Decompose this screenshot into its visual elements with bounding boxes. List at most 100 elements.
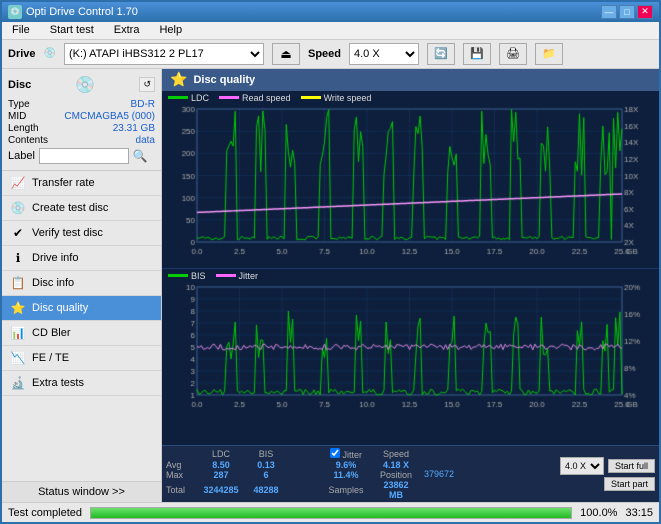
nav-extra-tests-label: Extra tests bbox=[32, 377, 84, 389]
create-test-disc-icon: 💿 bbox=[10, 200, 26, 216]
nav-cd-bler[interactable]: 📊 CD Bler bbox=[2, 321, 161, 346]
title-bar-controls: — □ ✕ bbox=[601, 5, 653, 19]
jitter-checkbox[interactable] bbox=[330, 448, 340, 458]
app-icon: 💿 bbox=[8, 5, 22, 19]
drive-bar: Drive 💿 (K:) ATAPI iHBS312 2 PL17 ⏏ Spee… bbox=[2, 40, 659, 69]
nav-verify-test-disc[interactable]: ✔ Verify test disc bbox=[2, 221, 161, 246]
write-speed-label: Write speed bbox=[324, 93, 372, 103]
cd-bler-icon: 📊 bbox=[10, 325, 26, 341]
maximize-button[interactable]: □ bbox=[619, 5, 635, 19]
jitter-label: Jitter bbox=[239, 271, 259, 281]
speed-control-select[interactable]: 4.0 X bbox=[560, 457, 604, 475]
max-ldc: 287 bbox=[196, 470, 246, 480]
ldc-label: LDC bbox=[191, 93, 209, 103]
disc-section: Disc 💿 ↺ Type BD-R MID CMCMAGBA5 (000) L… bbox=[2, 69, 161, 171]
max-jitter: 11.4% bbox=[316, 470, 376, 480]
menu-extra[interactable]: Extra bbox=[108, 22, 146, 38]
verify-test-disc-icon: ✔ bbox=[10, 225, 26, 241]
total-bis: 48288 bbox=[246, 480, 286, 500]
ldc-col-header: LDC bbox=[196, 448, 246, 460]
disc-mid-label: MID bbox=[8, 111, 26, 122]
title-bar-left: 💿 Opti Drive Control 1.70 bbox=[8, 5, 138, 19]
minimize-button[interactable]: — bbox=[601, 5, 617, 19]
nav-disc-quality[interactable]: ⭐ Disc quality bbox=[2, 296, 161, 321]
disc-length-value: 23.31 GB bbox=[113, 123, 155, 134]
status-bar: Test completed 100.0% 33:15 bbox=[2, 502, 659, 522]
legend-jitter: Jitter bbox=[216, 271, 259, 281]
extra-tests-icon: 🔬 bbox=[10, 375, 26, 391]
nav-transfer-rate[interactable]: 📈 Transfer rate bbox=[2, 171, 161, 196]
bis-col-header: BIS bbox=[246, 448, 286, 460]
toolbar-btn-1[interactable]: 🔄 bbox=[427, 43, 455, 65]
avg-ldc: 8.50 bbox=[196, 460, 246, 470]
jitter-col-header: Jitter bbox=[343, 450, 363, 460]
disc-mid-value: CMCMAGBA5 (000) bbox=[64, 111, 155, 122]
toolbar-btn-2[interactable]: 💾 bbox=[463, 43, 491, 65]
toolbar-btn-3[interactable]: 🖨 bbox=[499, 43, 527, 65]
nav-create-test-disc[interactable]: 💿 Create test disc bbox=[2, 196, 161, 221]
disc-contents-label: Contents bbox=[8, 135, 48, 146]
status-text: Test completed bbox=[8, 507, 82, 519]
nav-verify-test-disc-label: Verify test disc bbox=[32, 227, 103, 239]
disc-contents-row: Contents data bbox=[8, 135, 155, 146]
fe-te-icon: 📉 bbox=[10, 350, 26, 366]
nav-transfer-rate-label: Transfer rate bbox=[32, 177, 95, 189]
nav-fe-te[interactable]: 📉 FE / TE bbox=[2, 346, 161, 371]
speed-col-header: Speed bbox=[376, 448, 416, 460]
samples-label: Samples bbox=[316, 480, 376, 500]
disc-mid-row: MID CMCMAGBA5 (000) bbox=[8, 111, 155, 122]
main-content: Disc 💿 ↺ Type BD-R MID CMCMAGBA5 (000) L… bbox=[2, 69, 659, 502]
top-chart-canvas bbox=[162, 105, 652, 260]
start-part-row: Start part bbox=[560, 477, 655, 491]
bis-label: BIS bbox=[191, 271, 206, 281]
bottom-chart-area: BIS Jitter bbox=[162, 269, 659, 446]
menu-bar: File Start test Extra Help bbox=[2, 22, 659, 40]
position-label: Position bbox=[376, 470, 416, 480]
transfer-rate-icon: 📈 bbox=[10, 175, 26, 191]
disc-type-row: Type BD-R bbox=[8, 99, 155, 110]
menu-file[interactable]: File bbox=[6, 22, 36, 38]
menu-help[interactable]: Help bbox=[153, 22, 188, 38]
top-chart-legend: LDC Read speed Write speed bbox=[162, 91, 659, 105]
start-full-button[interactable]: Start full bbox=[608, 459, 655, 473]
progress-percent: 100.0% bbox=[580, 507, 617, 519]
disc-label-input[interactable] bbox=[39, 148, 129, 164]
disc-refresh-icon[interactable]: ↺ bbox=[139, 77, 155, 92]
total-row-label: Total bbox=[166, 480, 196, 500]
disc-header: Disc 💿 ↺ bbox=[8, 75, 155, 95]
disc-title: Disc bbox=[8, 79, 31, 91]
status-window-button[interactable]: Status window >> bbox=[2, 481, 161, 502]
avg-speed: 4.18 X bbox=[376, 460, 416, 470]
jitter-color bbox=[216, 274, 236, 277]
position-right: 379672 bbox=[424, 469, 454, 479]
menu-start-test[interactable]: Start test bbox=[44, 22, 100, 38]
nav-disc-quality-label: Disc quality bbox=[32, 302, 88, 314]
nav-fe-te-label: FE / TE bbox=[32, 352, 69, 364]
nav-disc-info[interactable]: 📋 Disc info bbox=[2, 271, 161, 296]
write-speed-color bbox=[301, 96, 321, 99]
bis-color bbox=[168, 274, 188, 277]
total-ldc: 3244285 bbox=[196, 480, 246, 500]
disc-length-row: Length 23.31 GB bbox=[8, 123, 155, 134]
nav-extra-tests[interactable]: 🔬 Extra tests bbox=[2, 371, 161, 396]
nav-drive-info[interactable]: ℹ Drive info bbox=[2, 246, 161, 271]
toolbar-btn-save[interactable]: 📁 bbox=[535, 43, 563, 65]
sidebar: Disc 💿 ↺ Type BD-R MID CMCMAGBA5 (000) L… bbox=[2, 69, 162, 502]
time-display: 33:15 bbox=[625, 507, 653, 519]
legend-read-speed: Read speed bbox=[219, 93, 291, 103]
close-button[interactable]: ✕ bbox=[637, 5, 653, 19]
disc-label-icon[interactable]: 🔍 bbox=[133, 149, 148, 163]
status-window-label: Status window >> bbox=[38, 486, 125, 498]
eject-button[interactable]: ⏏ bbox=[272, 43, 300, 65]
speed-select[interactable]: 4.0 X bbox=[349, 43, 419, 65]
drive-info-icon: ℹ bbox=[10, 250, 26, 266]
action-buttons: 4.0 X Start full Start part bbox=[560, 457, 655, 491]
disc-info-icon: 📋 bbox=[10, 275, 26, 291]
disc-quality-icon: ⭐ bbox=[10, 300, 26, 316]
drive-select[interactable]: (K:) ATAPI iHBS312 2 PL17 bbox=[64, 43, 264, 65]
nav-create-test-disc-label: Create test disc bbox=[32, 202, 108, 214]
content-area: ⭐ Disc quality LDC Read speed W bbox=[162, 69, 659, 502]
top-chart-area: LDC Read speed Write speed bbox=[162, 91, 659, 269]
stats-table: LDC BIS Jitter Speed Avg 8.50 0.13 bbox=[166, 448, 416, 500]
start-part-button[interactable]: Start part bbox=[604, 477, 655, 491]
